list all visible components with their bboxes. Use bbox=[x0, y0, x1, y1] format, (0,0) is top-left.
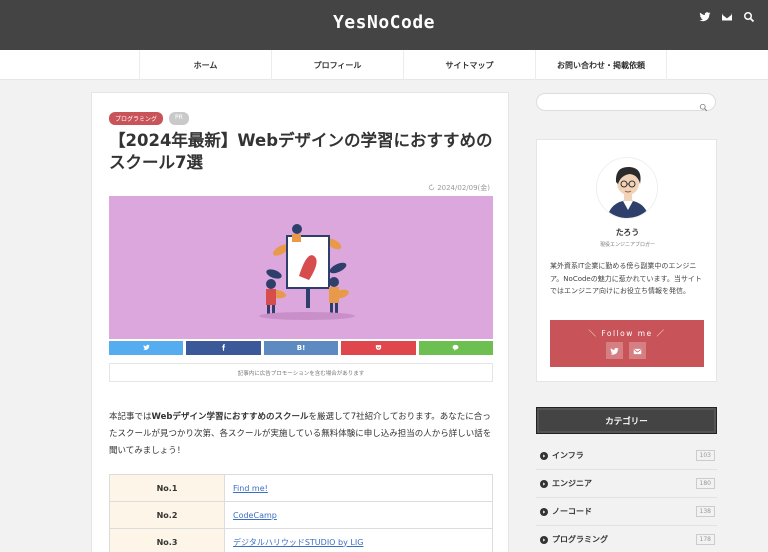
twitter-icon bbox=[610, 341, 619, 360]
category-label: プログラミング bbox=[552, 535, 608, 544]
chevron-right-icon bbox=[540, 451, 548, 460]
share-pocket-button[interactable] bbox=[341, 341, 416, 355]
share-buttons: B! bbox=[109, 341, 494, 355]
eyecatch-image bbox=[109, 196, 493, 339]
article-title: 【2024年最新】Webデザインの学習におすすめのスクール7選 bbox=[109, 131, 493, 172]
header-icons bbox=[698, 10, 756, 24]
twitter-icon[interactable] bbox=[698, 10, 712, 24]
site-logo[interactable]: YesNoCode bbox=[0, 12, 768, 33]
nav-item-profile[interactable]: プロフィール bbox=[271, 50, 403, 80]
category-count: 180 bbox=[695, 478, 715, 489]
facebook-icon bbox=[220, 343, 227, 353]
site-header: YesNoCode bbox=[0, 0, 768, 50]
table-cell-link[interactable]: CodeCamp bbox=[224, 501, 493, 529]
category-label: ノーコード bbox=[552, 507, 592, 516]
intro-bold: Webデザイン学習におすすめのスクール bbox=[151, 412, 309, 422]
category-label: インフラ bbox=[552, 451, 584, 460]
follow-box: ＼ Follow me ／ bbox=[550, 320, 704, 367]
refresh-icon bbox=[428, 183, 435, 193]
category-count: 103 bbox=[695, 450, 715, 461]
promotion-notice: 記事内に広告プロモーションを含む場合があります bbox=[109, 363, 493, 382]
nav-item-contact[interactable]: お問い合わせ・掲載依頼 bbox=[535, 50, 667, 80]
share-hatena-button[interactable]: B! bbox=[263, 341, 339, 355]
line-icon bbox=[452, 344, 459, 353]
mail-icon[interactable] bbox=[720, 10, 734, 24]
tag-pr[interactable]: PR bbox=[169, 112, 189, 125]
nav-item-sitemap[interactable]: サイトマップ bbox=[403, 50, 535, 80]
article-date-text: 2024/02/09(金) bbox=[437, 184, 490, 192]
table-row: No.2 CodeCamp bbox=[109, 501, 493, 529]
category-item-nocode[interactable]: ノーコード 138 bbox=[536, 498, 717, 526]
category-item-engineer[interactable]: エンジニア 180 bbox=[536, 470, 717, 498]
twitter-icon bbox=[142, 344, 150, 353]
table-cell-no: No.3 bbox=[109, 528, 225, 552]
search-input[interactable] bbox=[545, 97, 695, 108]
profile-role: 現役エンジニアブロガー bbox=[599, 242, 655, 248]
follow-twitter-button[interactable] bbox=[606, 342, 623, 359]
school-table: No.1 Find me! No.2 CodeCamp No.3 デジタルハリウ… bbox=[109, 474, 493, 552]
table-cell-link[interactable]: デジタルハリウッドSTUDIO by LIG bbox=[224, 528, 493, 552]
search-icon[interactable] bbox=[699, 97, 710, 112]
hatena-label: B! bbox=[296, 344, 306, 352]
table-cell-link[interactable]: Find me! bbox=[224, 474, 493, 502]
profile-name: たろう bbox=[615, 228, 640, 237]
chevron-right-icon bbox=[540, 535, 548, 544]
chevron-right-icon bbox=[540, 507, 548, 516]
table-cell-no: No.1 bbox=[109, 474, 225, 502]
profile-card: たろう 現役エンジニアブロガー 某外資系IT企業に勤める傍ら副業中のエンジニア。… bbox=[536, 139, 717, 382]
category-count: 138 bbox=[695, 506, 715, 517]
article-intro: 本記事ではWebデザイン学習におすすめのスクールを厳選して7社紹介しております。… bbox=[109, 409, 497, 460]
share-facebook-button[interactable] bbox=[186, 341, 261, 355]
share-twitter-button[interactable] bbox=[109, 341, 184, 355]
intro-text-1: 本記事では bbox=[109, 412, 152, 422]
avatar bbox=[596, 157, 658, 219]
chevron-right-icon bbox=[540, 479, 548, 488]
profile-description: 某外資系IT企業に勤める傍ら副業中のエンジニア。NoCodeの魅力に惹かれていま… bbox=[550, 262, 702, 295]
pocket-icon bbox=[375, 344, 382, 353]
article-card: プログラミング PR 【2024年最新】Webデザインの学習におすすめのスクール… bbox=[91, 92, 509, 552]
table-row: No.1 Find me! bbox=[109, 474, 493, 502]
category-item-infra[interactable]: インフラ 103 bbox=[536, 442, 717, 470]
global-nav: ホーム プロフィール サイトマップ お問い合わせ・掲載依頼 bbox=[0, 50, 768, 80]
tag-programming[interactable]: プログラミング bbox=[109, 112, 164, 125]
share-line-button[interactable] bbox=[418, 341, 494, 355]
follow-mail-button[interactable] bbox=[629, 342, 646, 359]
article-date: 2024/02/09(金) bbox=[428, 183, 490, 193]
nav-item-home[interactable]: ホーム bbox=[139, 50, 271, 80]
category-count: 178 bbox=[695, 534, 715, 545]
sidebar-search bbox=[536, 93, 716, 112]
follow-label: ＼ Follow me ／ bbox=[588, 329, 666, 338]
category-list: インフラ 103 エンジニア 180 ノーコード 138 プログラミング 178 bbox=[536, 442, 717, 552]
table-cell-no: No.2 bbox=[109, 501, 225, 529]
article-tags: プログラミング PR bbox=[109, 112, 189, 125]
table-row: No.3 デジタルハリウッドSTUDIO by LIG bbox=[109, 528, 493, 552]
category-label: エンジニア bbox=[552, 479, 592, 488]
search-icon[interactable] bbox=[742, 10, 756, 24]
category-header: カテゴリー bbox=[536, 407, 717, 434]
mail-icon bbox=[633, 341, 642, 360]
category-item-programming[interactable]: プログラミング 178 bbox=[536, 526, 717, 552]
